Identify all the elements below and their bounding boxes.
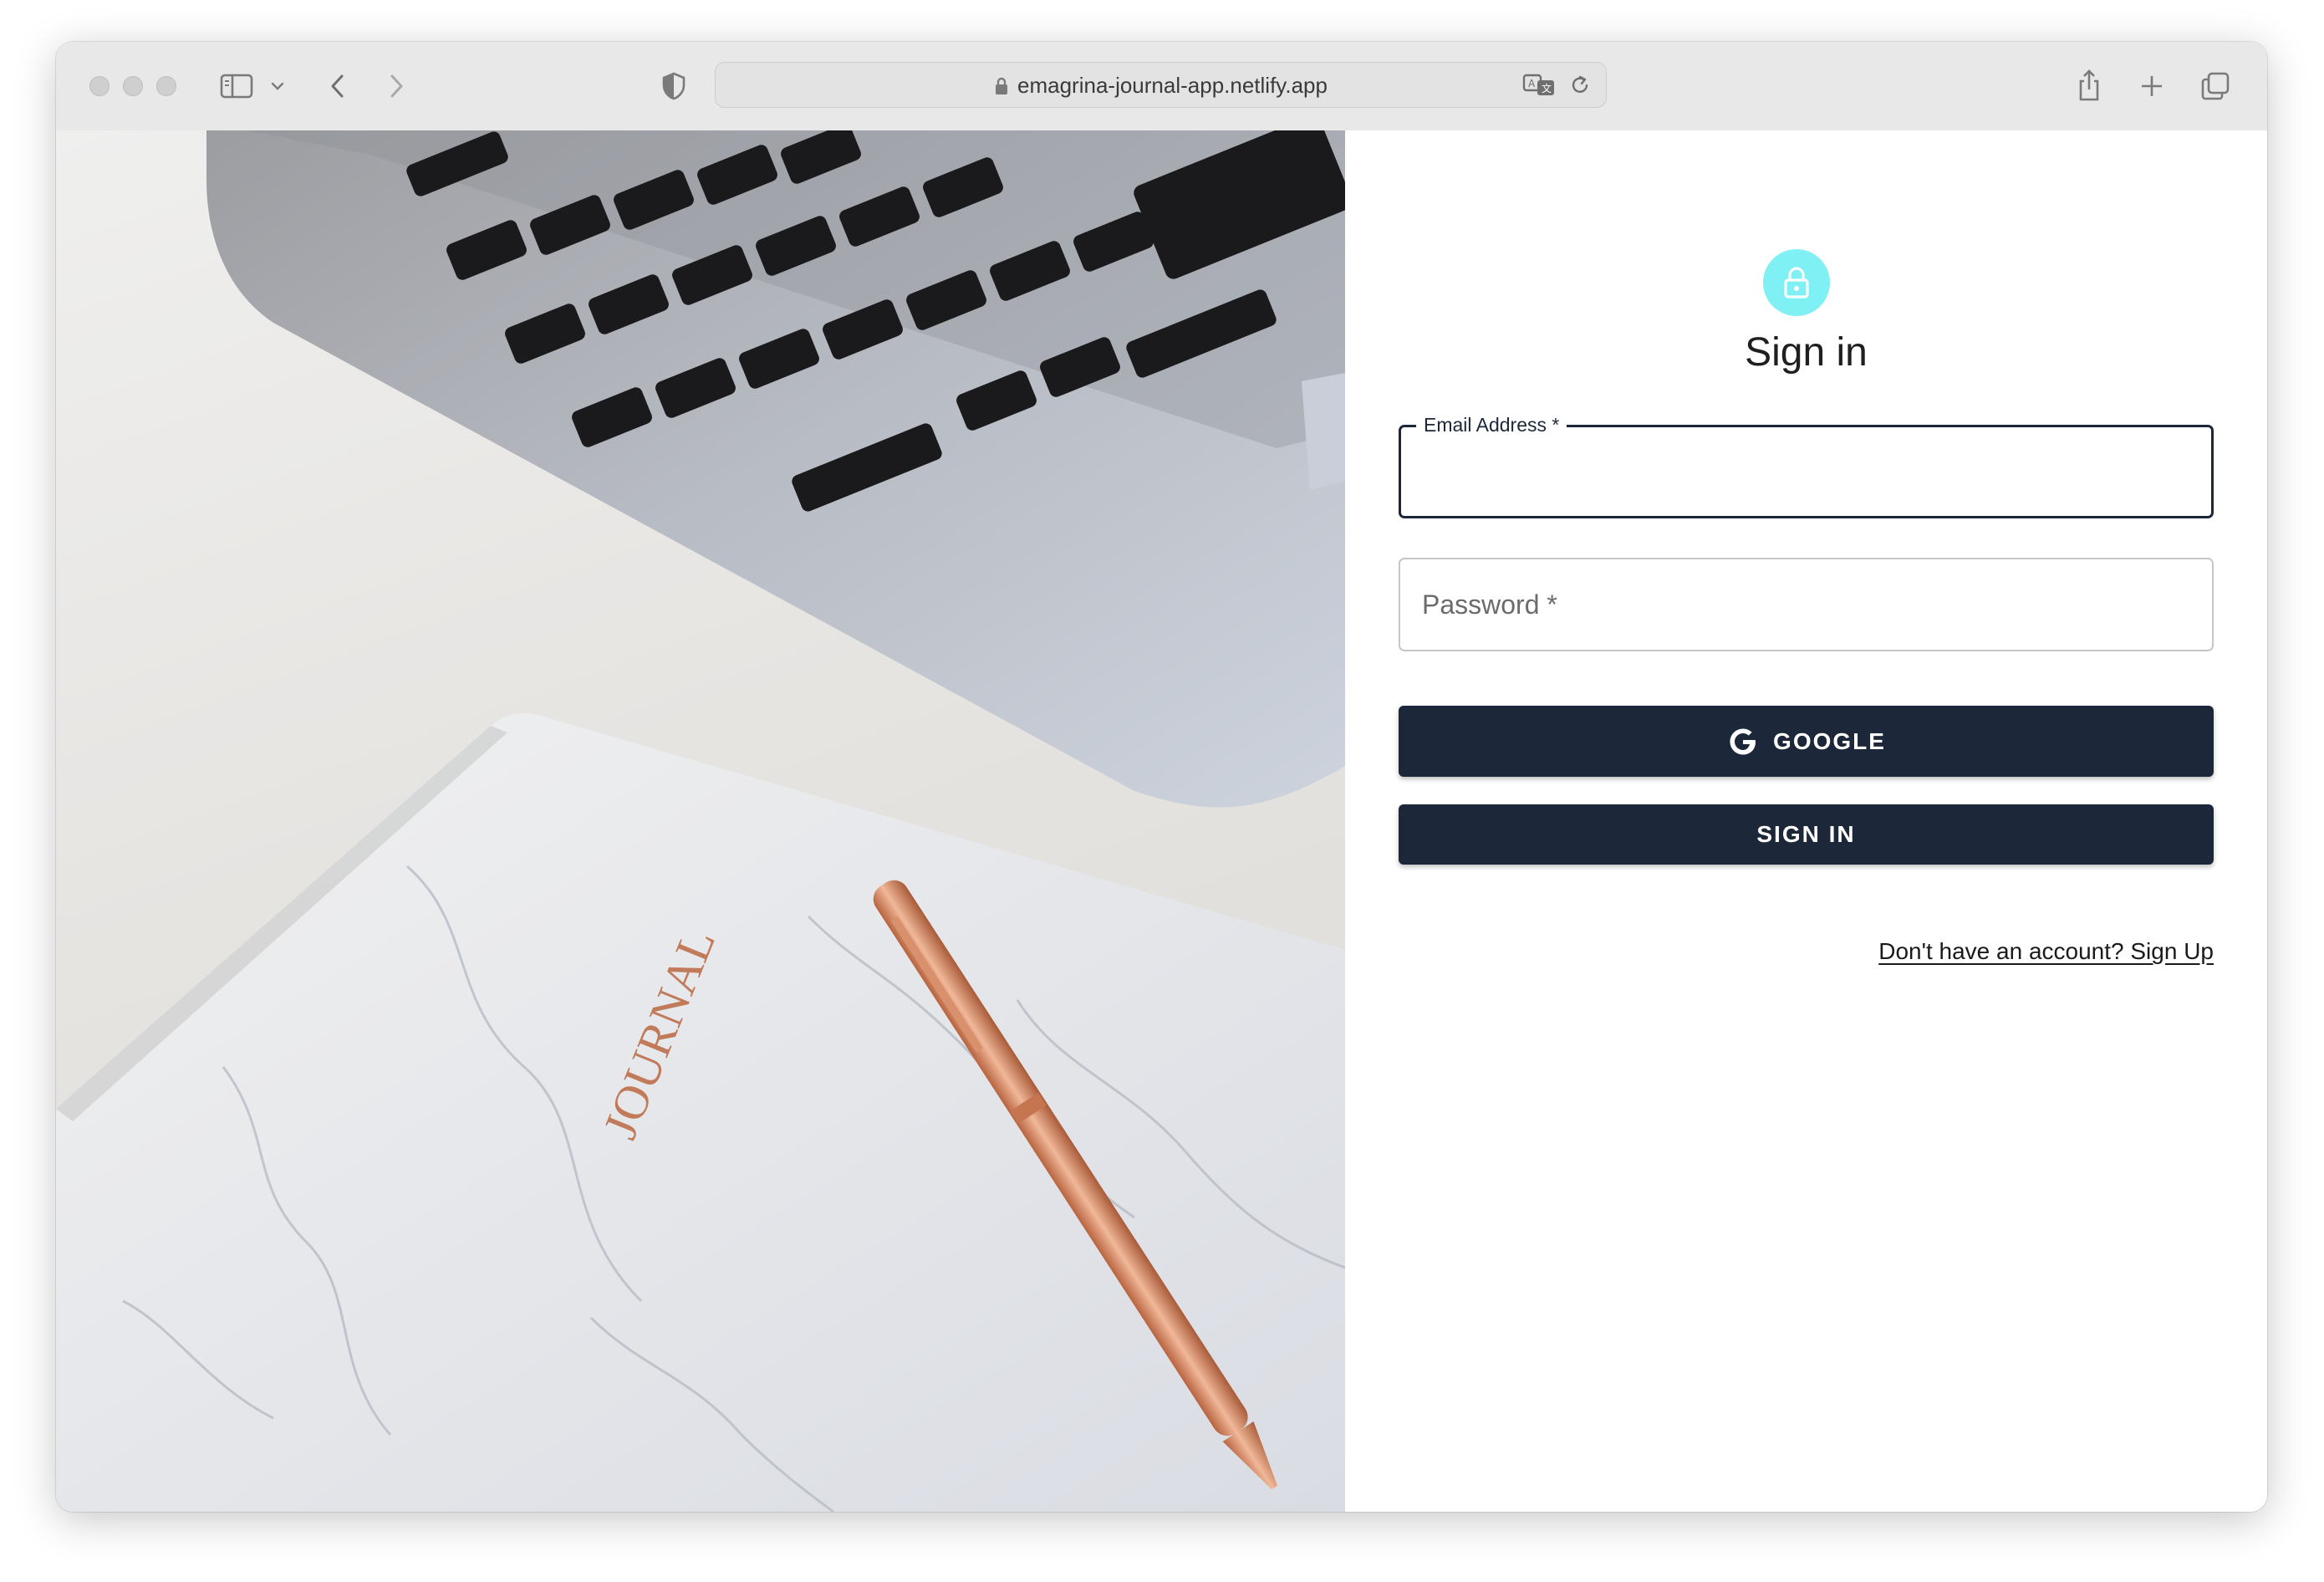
page-content: JOURNAL Sign in Email Address * Password… (56, 130, 2267, 1512)
forward-icon[interactable] (384, 70, 409, 102)
chevron-down-icon[interactable] (268, 77, 287, 95)
zoom-window-button[interactable] (156, 76, 176, 96)
browser-toolbar: emagrina-journal-app.netlify.app A文 (56, 42, 2267, 131)
signin-panel: Sign in Email Address * Password * GOOGL… (1345, 130, 2267, 1512)
laptop-journal-pen-image: JOURNAL (56, 130, 1345, 1512)
translate-icon[interactable]: A文 (1522, 70, 1556, 100)
share-icon[interactable] (2075, 67, 2103, 104)
signup-link[interactable]: Don't have an account? Sign Up (1878, 938, 2214, 965)
password-label: Password * (1422, 589, 1557, 620)
lock-icon (1781, 266, 1812, 299)
hero-photo: JOURNAL (56, 130, 1345, 1512)
svg-text:A: A (1528, 78, 1536, 89)
signin-button-label: SIGN IN (1756, 821, 1856, 847)
page-title: Sign in (1745, 330, 1868, 375)
minimize-window-button[interactable] (123, 76, 143, 96)
signin-button[interactable]: SIGN IN (1399, 804, 2214, 865)
lock-icon (994, 76, 1009, 96)
back-icon[interactable] (325, 70, 350, 102)
address-bar[interactable]: emagrina-journal-app.netlify.app A文 (715, 62, 1607, 108)
svg-text:文: 文 (1542, 82, 1552, 94)
sidebar-icon[interactable] (218, 71, 255, 101)
avatar (1763, 249, 1830, 316)
password-field[interactable]: Password * (1399, 558, 2214, 651)
browser-window: emagrina-journal-app.netlify.app A文 JOUR… (56, 42, 2267, 1512)
tabs-overview-icon[interactable] (2199, 70, 2231, 102)
google-button-label: GOOGLE (1773, 727, 1886, 754)
close-window-button[interactable] (89, 76, 110, 96)
url-text: emagrina-journal-app.netlify.app (1017, 73, 1328, 98)
email-field[interactable]: Email Address * (1399, 411, 2214, 518)
reload-icon[interactable] (1567, 73, 1593, 98)
email-input[interactable] (1401, 427, 2211, 516)
email-label: Email Address * (1416, 411, 1567, 439)
shield-icon[interactable] (660, 70, 688, 102)
new-tab-icon[interactable] (2138, 72, 2166, 100)
google-icon (1726, 725, 1760, 758)
google-signin-button[interactable]: GOOGLE (1399, 706, 2214, 777)
